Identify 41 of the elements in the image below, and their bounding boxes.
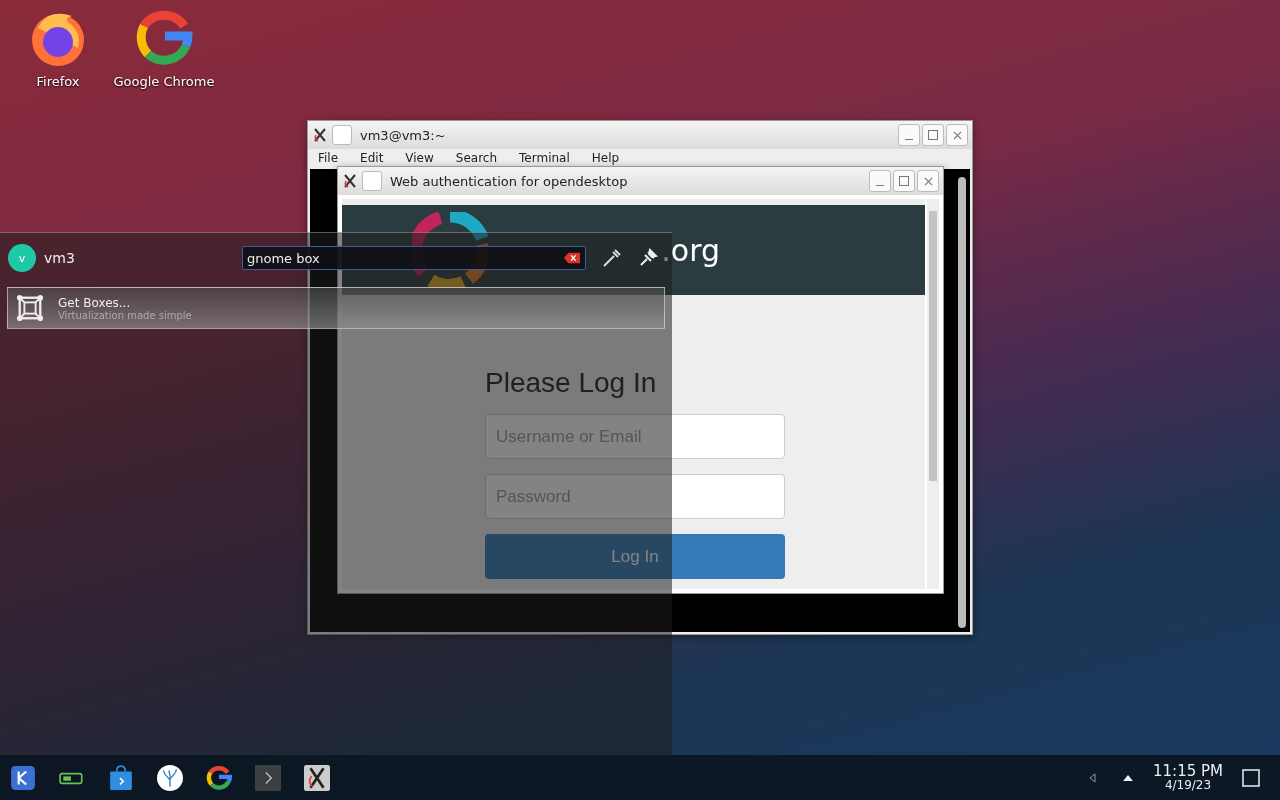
coral-icon[interactable] (157, 764, 183, 791)
menu-item[interactable]: Help (591, 151, 620, 167)
menu-item[interactable]: View (405, 151, 434, 167)
user-name: vm3 (44, 250, 76, 266)
ring-logo-icon (412, 212, 488, 288)
terminal-icon[interactable] (255, 764, 281, 791)
close-button[interactable] (946, 124, 968, 146)
google-icon[interactable] (134, 8, 194, 68)
scrollbar[interactable] (958, 177, 966, 628)
site-name: .org (661, 232, 720, 268)
close-icon (952, 130, 962, 140)
x-logo-icon[interactable] (304, 764, 330, 791)
desktop-icon-label[interactable]: Google Chrome (113, 74, 215, 89)
clock[interactable]: 11:15 PM 4/19/23 (1153, 764, 1223, 791)
window-title: vm3@vm3:~ (360, 127, 446, 143)
clear-icon[interactable] (564, 252, 580, 264)
boxes-icon (16, 294, 44, 322)
user-avatar: v (8, 244, 36, 272)
close-icon (923, 176, 933, 186)
x-logo-icon (312, 127, 328, 143)
menu-item[interactable]: Edit (360, 151, 384, 167)
menu-item[interactable]: Terminal (519, 151, 570, 167)
search-result[interactable]: Get Boxes... Virtualization made simple (7, 287, 665, 329)
maximize-button[interactable] (893, 170, 915, 192)
wrench-icon[interactable] (602, 248, 622, 268)
login-heading: Please Log In (485, 367, 658, 399)
desktop-icon-label[interactable]: Firefox (36, 74, 80, 89)
search-field[interactable]: gnome box (242, 246, 586, 270)
google-icon[interactable] (206, 764, 232, 791)
maximize-button[interactable] (922, 124, 944, 146)
scrollbar[interactable] (927, 199, 939, 589)
menu-item[interactable]: File (318, 151, 339, 167)
speaker-icon[interactable] (1087, 771, 1099, 784)
shopping-bag-icon[interactable] (108, 764, 134, 791)
x-logo-icon (342, 173, 358, 189)
kde-logo-icon[interactable] (10, 764, 36, 791)
window-title: Web authentication for opendesktop (390, 173, 628, 189)
pin-icon[interactable] (638, 248, 658, 268)
show-desktop-icon[interactable] (1242, 768, 1260, 787)
menu-item[interactable]: Search (455, 151, 498, 167)
close-button[interactable] (917, 170, 939, 192)
